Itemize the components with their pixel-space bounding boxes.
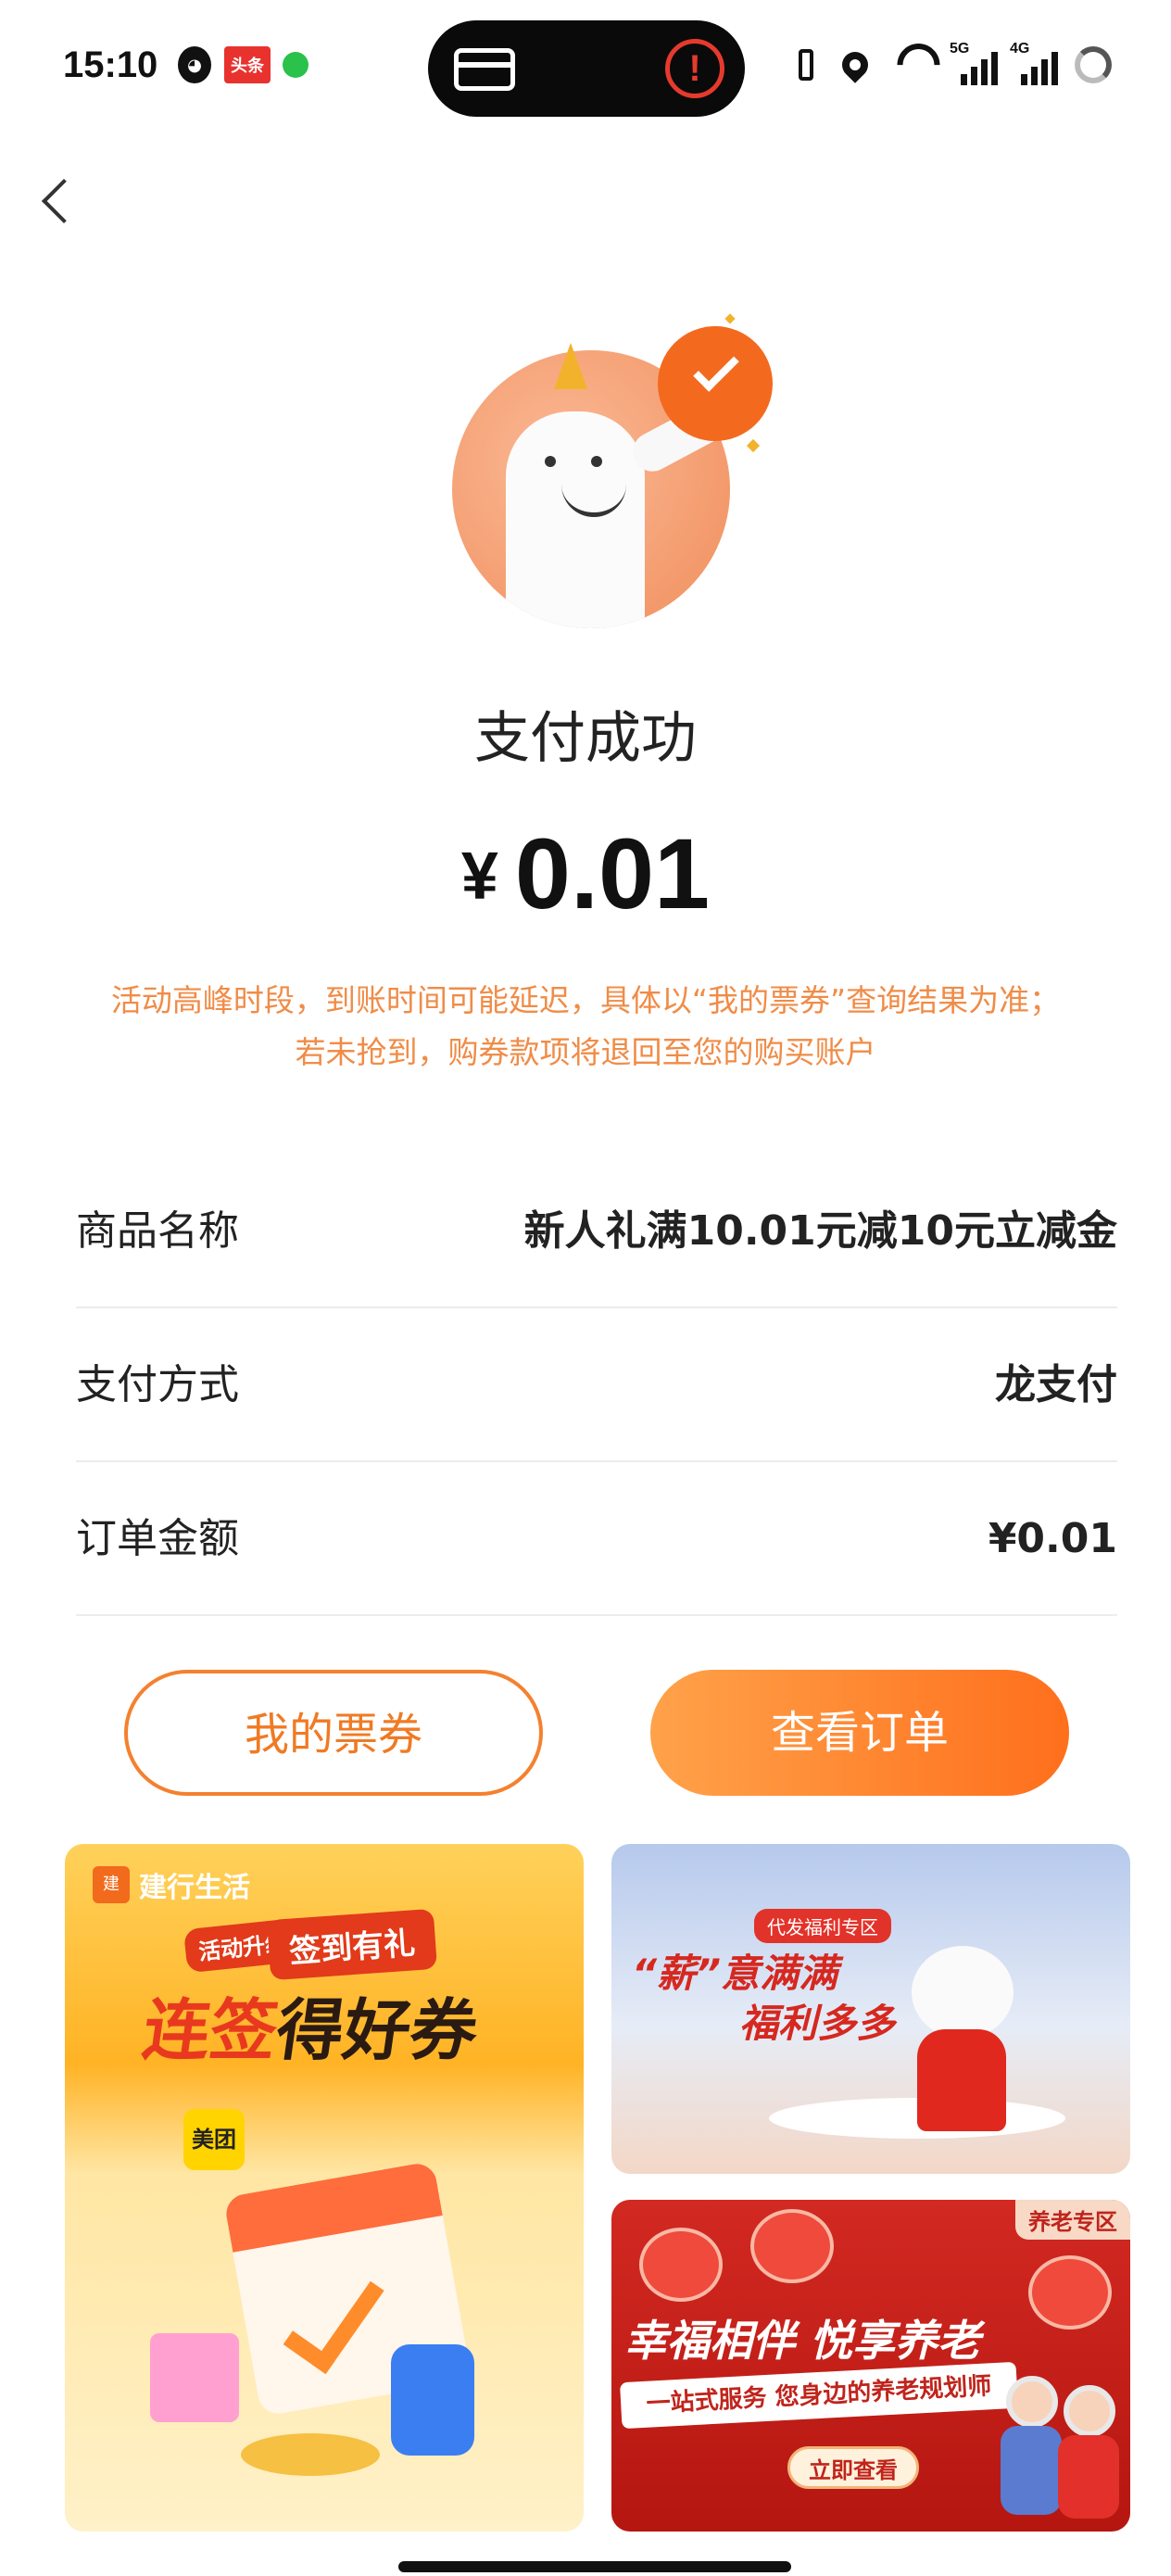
headline-part-a: 连签 bbox=[138, 1991, 283, 2069]
elderly-headline: 幸福相伴 悦享养老 bbox=[624, 2316, 981, 2366]
card-shield-icon bbox=[454, 48, 515, 91]
checkin-headline: 连签得好券 bbox=[138, 1976, 485, 2073]
success-illustration bbox=[452, 302, 773, 636]
alert-icon: ! bbox=[665, 39, 724, 98]
ccb-life-logo: 建 建行生活 bbox=[93, 1864, 250, 1905]
notice-line-2: 若未抢到，购券款项将退回至您的购买账户 bbox=[295, 1034, 876, 1070]
detail-row-product: 商品名称 新人礼满10.01元减10元立减金 bbox=[76, 1155, 1117, 1308]
chevron-left-icon bbox=[41, 178, 87, 224]
wifi-icon bbox=[888, 34, 950, 95]
qq-icon: ◕ bbox=[178, 46, 211, 83]
elderly-woman-figure bbox=[1058, 2385, 1119, 2524]
elderly-man-figure bbox=[1001, 2376, 1062, 2524]
lantern-icon bbox=[750, 2209, 834, 2283]
check-circle-icon bbox=[658, 326, 773, 441]
status-bar: 15:10 ◕ 头条 ! 5G 4G bbox=[0, 0, 1171, 139]
brand-name: 建行生活 bbox=[139, 1872, 250, 1904]
detail-label: 商品名称 bbox=[76, 1207, 239, 1255]
elderly-care-banner[interactable]: 养老专区 幸福相伴 悦享养老 一站式服务 您身边的养老规划师 立即查看 bbox=[611, 2200, 1130, 2532]
gift-box-icon bbox=[150, 2333, 239, 2422]
checkin-gift-tag: 签到有礼 bbox=[266, 1908, 438, 1981]
elderly-tag: 养老专区 bbox=[1015, 2200, 1130, 2240]
checkin-banner[interactable]: 建 建行生活 活动升级 签到有礼 连签得好券 美团 bbox=[65, 1844, 584, 2532]
salary-line-2: 福利多多 bbox=[739, 2001, 896, 2046]
headline-part-b: 得好券 bbox=[271, 1991, 484, 2069]
coins-icon bbox=[241, 2433, 380, 2476]
elderly-subline: 一站式服务 您身边的养老规划师 bbox=[619, 2361, 1019, 2430]
detail-value: 龙支付 bbox=[995, 1361, 1117, 1408]
detail-value: 新人礼满10.01元减10元立减金 bbox=[523, 1207, 1117, 1255]
detail-label: 订单金额 bbox=[76, 1515, 239, 1562]
lantern-icon bbox=[1028, 2255, 1112, 2330]
dynamic-island: ! bbox=[428, 20, 745, 117]
delay-notice: 活动高峰时段，到账时间可能延迟，具体以“我的票券”查询结果为准； 若未抢到，购券… bbox=[0, 975, 1171, 1079]
vibrate-icon bbox=[792, 44, 820, 85]
signal-5g-icon: 5G bbox=[950, 41, 998, 85]
amount-value: 0.01 bbox=[514, 817, 711, 929]
ccb-logo-icon: 建 bbox=[93, 1866, 130, 1903]
home-indicator[interactable] bbox=[398, 2561, 791, 2572]
detail-row-payment-method: 支付方式 龙支付 bbox=[76, 1308, 1117, 1462]
salary-tag: 代发福利专区 bbox=[754, 1909, 891, 1943]
payment-success-title: 支付成功 bbox=[474, 706, 697, 771]
paid-amount: ¥0.01 bbox=[0, 815, 1171, 931]
lantern-icon bbox=[639, 2228, 723, 2302]
currency-symbol: ¥ bbox=[460, 840, 498, 914]
signal-4g-icon: 4G bbox=[1010, 41, 1058, 85]
back-button[interactable] bbox=[37, 172, 87, 228]
mascot-figure bbox=[899, 1909, 1019, 2150]
notice-line-1: 活动高峰时段，到账时间可能延迟，具体以“我的票券”查询结果为准； bbox=[110, 982, 1061, 1018]
mascot-horn bbox=[554, 343, 587, 389]
my-tickets-button[interactable]: 我的票券 bbox=[124, 1670, 543, 1796]
location-icon bbox=[837, 44, 874, 85]
view-order-button[interactable]: 查看订单 bbox=[650, 1670, 1069, 1796]
salary-line-1: “薪”意满满 bbox=[632, 1951, 838, 1996]
view-now-button[interactable]: 立即查看 bbox=[787, 2446, 919, 2489]
detail-row-order-amount: 订单金额 ¥0.01 bbox=[76, 1462, 1117, 1616]
salary-welfare-banner[interactable]: 代发福利专区 “薪”意满满 福利多多 bbox=[611, 1844, 1130, 2174]
toutiao-icon: 头条 bbox=[224, 46, 271, 83]
detail-value: ¥0.01 bbox=[988, 1515, 1117, 1562]
battery-icon bbox=[1075, 44, 1115, 85]
detail-label: 支付方式 bbox=[76, 1361, 239, 1408]
wechat-icon bbox=[283, 52, 308, 78]
detergent-bottle-icon bbox=[391, 2344, 474, 2456]
status-time: 15:10 bbox=[63, 44, 158, 85]
meituan-badge: 美团 bbox=[183, 2109, 245, 2170]
